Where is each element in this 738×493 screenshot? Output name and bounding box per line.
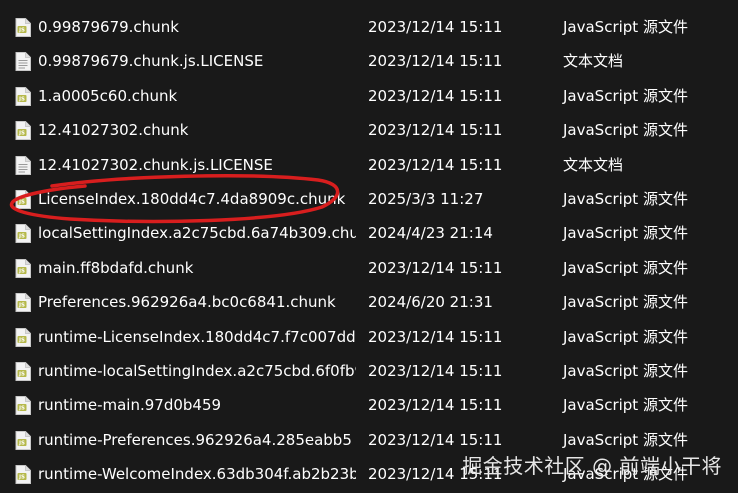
file-name: LicenseIndex.180dd4c7.4da8909c.chunk — [38, 189, 346, 208]
svg-text:JS: JS — [18, 337, 25, 343]
js-file-icon: JS — [15, 18, 31, 37]
file-row[interactable]: JS Preferences.962926a4.bc0c6841.chunk 2… — [0, 285, 738, 319]
file-name: Preferences.962926a4.bc0c6841.chunk — [38, 293, 336, 312]
file-type: JavaScript 源文件 — [563, 224, 688, 243]
file-modified-date: 2024/4/23 21:14 — [368, 224, 493, 243]
js-file-icon: JS — [15, 86, 31, 106]
file-modified-date: 2023/12/14 15:11 — [368, 52, 503, 71]
file-type: JavaScript 源文件 — [563, 189, 688, 208]
file-type: 文本文档 — [563, 155, 624, 174]
file-modified-date: 2023/12/14 15:11 — [368, 18, 503, 36]
svg-text:JS: JS — [18, 234, 25, 240]
file-row[interactable]: JS main.ff8bdafd.chunk 2023/12/14 15:11 … — [0, 251, 738, 285]
file-name: runtime-main.97d0b459 — [38, 396, 222, 415]
file-name: 1.a0005c60.chunk — [38, 86, 178, 105]
file-name: runtime-Preferences.962926a4.285eabb5 — [38, 430, 352, 449]
file-modified-date: 2023/12/14 15:11 — [368, 121, 503, 140]
file-type: JavaScript 源文件 — [563, 18, 688, 36]
js-file-icon: JS — [15, 465, 31, 485]
file-modified-date: 2023/12/14 15:11 — [368, 86, 503, 105]
file-name: localSettingIndex.a2c75cbd.6a74b309.chun… — [38, 224, 356, 243]
file-type: JavaScript 源文件 — [563, 121, 688, 140]
file-row[interactable]: JS 0.99879679.chunk 2023/12/14 15:11 Jav… — [0, 10, 738, 44]
file-name: runtime-WelcomeIndex.63db304f.ab2b23b4 — [38, 465, 356, 484]
file-row[interactable]: 0.99879679.chunk.js.LICENSE 2023/12/14 1… — [0, 44, 738, 78]
svg-text:JS: JS — [18, 200, 25, 206]
file-name: main.ff8bdafd.chunk — [38, 258, 194, 277]
file-name: 0.99879679.chunk.js.LICENSE — [38, 52, 264, 71]
file-row[interactable]: JS runtime-LicenseIndex.180dd4c7.f7c007d… — [0, 320, 738, 354]
file-name: runtime-LicenseIndex.180dd4c7.f7c007dd — [38, 327, 356, 346]
watermark: 掘金技术社区 @ 前端小干将 — [462, 454, 722, 478]
svg-text:JS: JS — [18, 475, 25, 481]
js-file-icon: JS — [15, 121, 31, 141]
file-type: JavaScript 源文件 — [563, 86, 688, 105]
file-modified-date: 2023/12/14 15:11 — [368, 155, 503, 174]
js-file-icon: JS — [15, 293, 31, 313]
file-modified-date: 2023/12/14 15:11 — [368, 327, 503, 346]
file-row[interactable]: JS runtime-localSettingIndex.a2c75cbd.6f… — [0, 354, 738, 388]
file-name: 12.41027302.chunk — [38, 121, 189, 140]
file-row[interactable]: JS 12.41027302.chunk 2023/12/14 15:11 Ja… — [0, 113, 738, 147]
file-type: JavaScript 源文件 — [563, 327, 688, 346]
file-modified-date: 2023/12/14 15:11 — [368, 396, 503, 415]
file-row[interactable]: JS localSettingIndex.a2c75cbd.6a74b309.c… — [0, 216, 738, 250]
file-type: JavaScript 源文件 — [563, 396, 688, 415]
js-file-icon: JS — [15, 189, 31, 209]
file-list: JS 0.99879679.chunk 2023/12/14 15:11 Jav… — [0, 10, 738, 491]
svg-text:JS: JS — [18, 28, 25, 34]
js-file-icon: JS — [15, 396, 31, 416]
file-name: 0.99879679.chunk — [38, 18, 179, 36]
js-file-icon: JS — [15, 258, 31, 278]
file-type: JavaScript 源文件 — [563, 361, 688, 380]
file-row-annotated[interactable]: JS LicenseIndex.180dd4c7.4da8909c.chunk … — [0, 182, 738, 216]
file-modified-date: 2023/12/14 15:11 — [368, 361, 503, 380]
text-file-icon — [15, 52, 31, 72]
file-modified-date: 2024/6/20 21:31 — [368, 293, 493, 312]
js-file-icon: JS — [15, 224, 31, 244]
js-file-icon: JS — [15, 430, 31, 450]
svg-text:JS: JS — [18, 96, 25, 102]
file-modified-date: 2025/3/3 11:27 — [368, 189, 484, 208]
js-file-icon: JS — [15, 361, 31, 381]
svg-text:JS: JS — [18, 372, 25, 378]
file-type: JavaScript 源文件 — [563, 293, 688, 312]
svg-text:JS: JS — [18, 131, 25, 137]
js-file-icon: JS — [15, 327, 31, 347]
file-row[interactable]: 12.41027302.chunk.js.LICENSE 2023/12/14 … — [0, 148, 738, 182]
file-row[interactable]: JS 1.a0005c60.chunk 2023/12/14 15:11 Jav… — [0, 79, 738, 113]
file-modified-date: 2023/12/14 15:11 — [368, 258, 503, 277]
file-name: 12.41027302.chunk.js.LICENSE — [38, 155, 273, 174]
file-type: 文本文档 — [563, 52, 624, 71]
file-type: JavaScript 源文件 — [563, 258, 688, 277]
file-name: runtime-localSettingIndex.a2c75cbd.6f0fb… — [38, 361, 356, 380]
svg-text:JS: JS — [18, 303, 25, 309]
text-file-icon — [15, 155, 31, 175]
svg-text:JS: JS — [18, 440, 25, 446]
svg-text:JS: JS — [18, 406, 25, 412]
svg-text:JS: JS — [18, 268, 25, 274]
file-row[interactable]: JS runtime-main.97d0b459 2023/12/14 15:1… — [0, 388, 738, 422]
